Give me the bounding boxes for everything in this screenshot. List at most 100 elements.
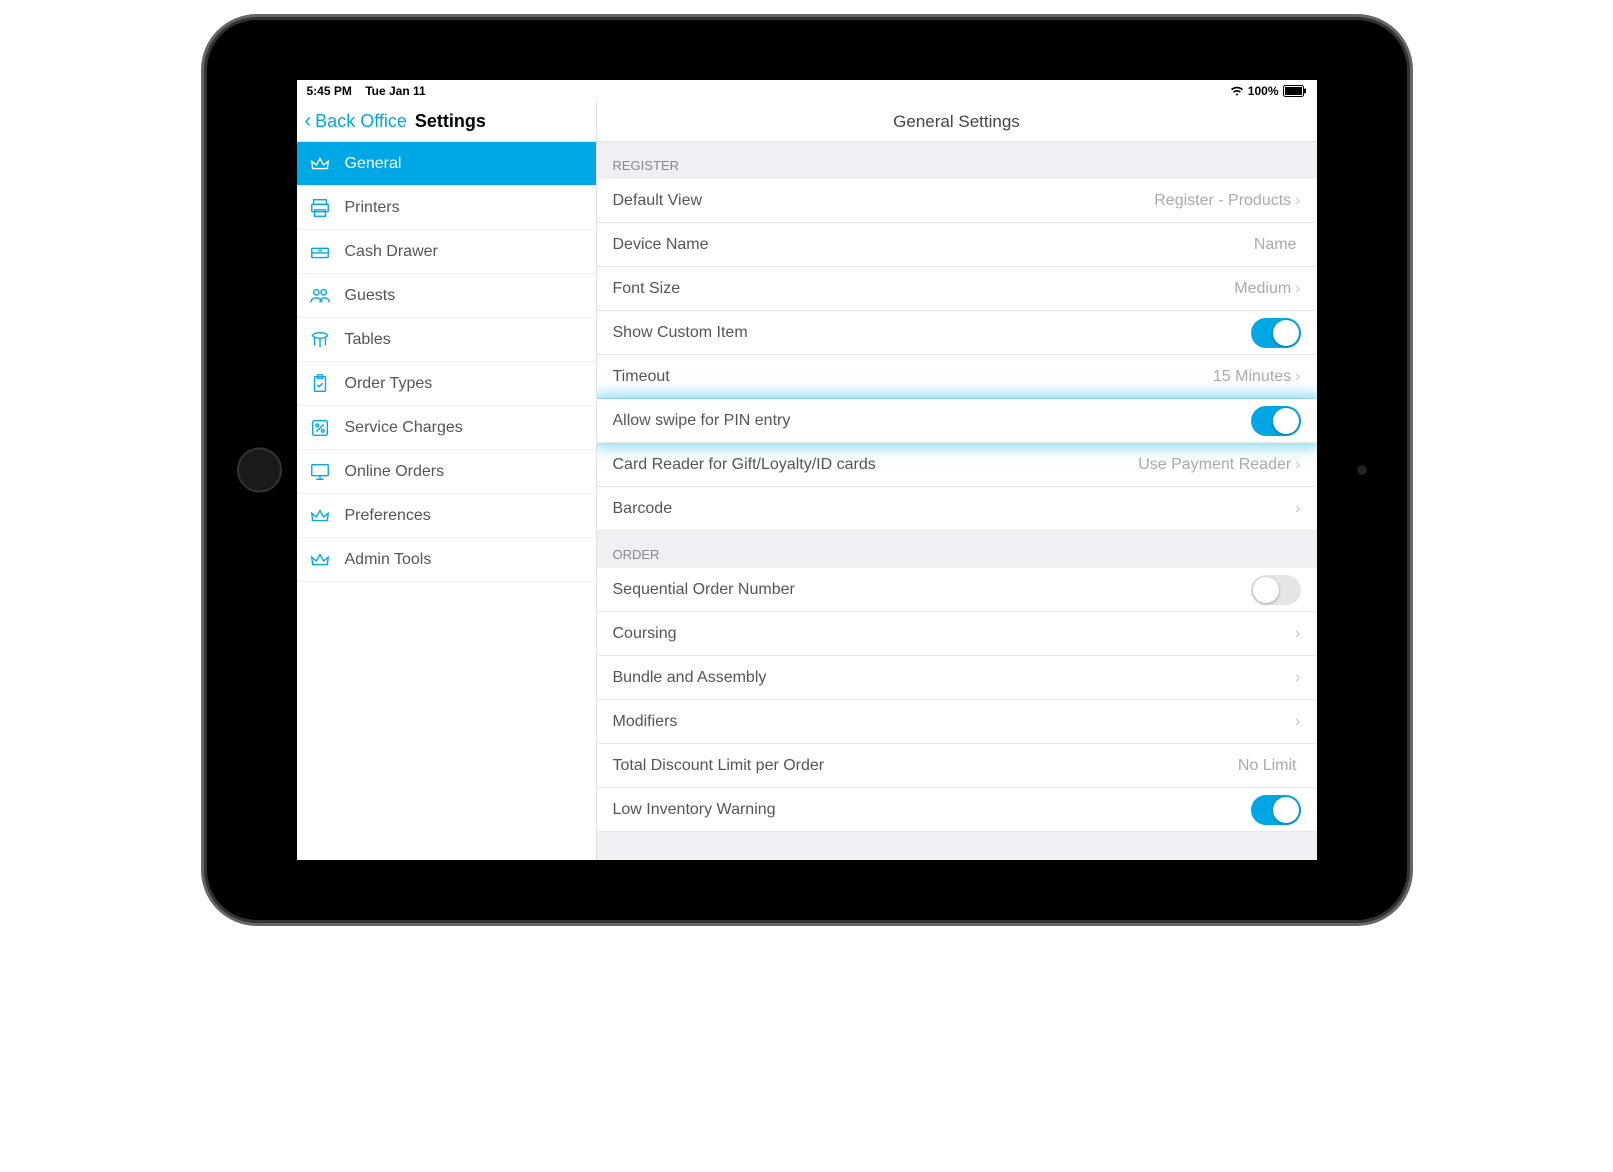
chevron-right-icon: ›: [1295, 713, 1300, 731]
back-chevron-icon[interactable]: ‹: [305, 110, 312, 133]
sidebar: ‹ Back Office Settings General Printers Ca…: [297, 102, 597, 860]
chevron-right-icon: ›: [1295, 500, 1300, 518]
row-device-name: Device NameName: [597, 223, 1317, 267]
sidebar-item-guests[interactable]: Guests: [297, 274, 596, 318]
chevron-right-icon: ›: [1295, 192, 1300, 210]
row-label: Total Discount Limit per Order: [613, 757, 1238, 775]
row-allow-swipe-for-pin-entry[interactable]: Allow swipe for PIN entry: [597, 399, 1317, 443]
status-right: 100%: [1230, 84, 1307, 98]
sidebar-item-tables[interactable]: Tables: [297, 318, 596, 362]
app-body: ‹ Back Office Settings General Printers Ca…: [297, 102, 1317, 860]
front-camera: [1357, 465, 1367, 475]
row-label: Show Custom Item: [613, 324, 1251, 342]
chevron-right-icon: ›: [1295, 625, 1300, 643]
row-value: No Limit: [1238, 757, 1297, 775]
row-timeout[interactable]: Timeout15 Minutes›: [597, 355, 1317, 399]
crown-icon: [309, 153, 331, 175]
sidebar-item-online-orders[interactable]: Online Orders: [297, 450, 596, 494]
status-left: 5:45 PM Tue Jan 11: [307, 84, 426, 98]
crown2-icon: [309, 505, 331, 527]
row-card-reader-for-gift-loyalty-id-cards[interactable]: Card Reader for Gift/Loyalty/ID cardsUse…: [597, 443, 1317, 487]
sidebar-item-label: General: [345, 155, 402, 173]
row-value: Name: [1254, 236, 1297, 254]
row-label: Low Inventory Warning: [613, 801, 1251, 819]
row-sequential-order-number[interactable]: Sequential Order Number: [597, 568, 1317, 612]
tablet-frame: 5:45 PM Tue Jan 11 100% ‹ Back Office: [207, 20, 1407, 920]
sidebar-item-cash-drawer[interactable]: Cash Drawer: [297, 230, 596, 274]
toggle-switch[interactable]: [1251, 318, 1301, 348]
row-modifiers[interactable]: Modifiers›: [597, 700, 1317, 744]
sidebar-list: General Printers Cash Drawer Guests Tables Or…: [297, 142, 596, 860]
row-coursing[interactable]: Coursing›: [597, 612, 1317, 656]
row-barcode[interactable]: Barcode›: [597, 487, 1317, 531]
sidebar-item-label: Service Charges: [345, 419, 463, 437]
crown3-icon: [309, 549, 331, 571]
clipboard-icon: [309, 373, 331, 395]
sidebar-item-label: Order Types: [345, 375, 433, 393]
row-total-discount-limit-per-order: Total Discount Limit per OrderNo Limit: [597, 744, 1317, 788]
chevron-right-icon: ›: [1295, 669, 1300, 687]
percent-icon: [309, 417, 331, 439]
chevron-right-icon: ›: [1295, 456, 1300, 474]
row-default-view[interactable]: Default ViewRegister - Products›: [597, 179, 1317, 223]
chevron-right-icon: ›: [1295, 280, 1300, 298]
status-date: Tue Jan 11: [365, 84, 425, 98]
battery-percent: 100%: [1248, 84, 1279, 98]
row-value: Medium: [1234, 280, 1291, 298]
row-label: Barcode: [613, 500, 1292, 518]
row-label: Coursing: [613, 625, 1292, 643]
chevron-right-icon: ›: [1295, 368, 1300, 386]
main-scroll[interactable]: REGISTERDefault ViewRegister - Products›…: [597, 142, 1317, 860]
sidebar-item-order-types[interactable]: Order Types: [297, 362, 596, 406]
row-label: Allow swipe for PIN entry: [613, 412, 1251, 430]
row-label: Font Size: [613, 280, 1235, 298]
row-label: Device Name: [613, 236, 1254, 254]
row-value: Register - Products: [1154, 192, 1291, 210]
row-label: Sequential Order Number: [613, 581, 1251, 599]
status-time: 5:45 PM: [307, 84, 352, 98]
row-show-custom-item[interactable]: Show Custom Item: [597, 311, 1317, 355]
row-label: Bundle and Assembly: [613, 669, 1292, 687]
sidebar-item-printers[interactable]: Printers: [297, 186, 596, 230]
sidebar-item-label: Guests: [345, 287, 396, 305]
sidebar-item-admin-tools[interactable]: Admin Tools: [297, 538, 596, 582]
section-header: ORDER: [597, 531, 1317, 568]
battery-icon: [1283, 85, 1307, 97]
toggle-switch[interactable]: [1251, 406, 1301, 436]
sidebar-item-general[interactable]: General: [297, 142, 596, 186]
home-button[interactable]: [237, 448, 282, 493]
row-label: Timeout: [613, 368, 1213, 386]
sidebar-item-preferences[interactable]: Preferences: [297, 494, 596, 538]
screen: 5:45 PM Tue Jan 11 100% ‹ Back Office: [297, 80, 1317, 860]
status-bar: 5:45 PM Tue Jan 11 100%: [297, 80, 1317, 102]
drawer-icon: [309, 241, 331, 263]
page-title: Settings: [415, 111, 486, 132]
row-label: Card Reader for Gift/Loyalty/ID cards: [613, 456, 1139, 474]
printer-icon: [309, 197, 331, 219]
sidebar-item-label: Tables: [345, 331, 391, 349]
row-bundle-and-assembly[interactable]: Bundle and Assembly›: [597, 656, 1317, 700]
sidebar-item-label: Printers: [345, 199, 400, 217]
toggle-switch[interactable]: [1251, 795, 1301, 825]
main-panel: General Settings REGISTERDefault ViewReg…: [597, 102, 1317, 860]
row-font-size[interactable]: Font SizeMedium›: [597, 267, 1317, 311]
wifi-icon: [1230, 85, 1244, 97]
row-label: Default View: [613, 192, 1155, 210]
sidebar-item-label: Cash Drawer: [345, 243, 438, 261]
table-icon: [309, 329, 331, 351]
row-value: 15 Minutes: [1213, 368, 1291, 386]
people-icon: [309, 285, 331, 307]
row-value: Use Payment Reader: [1138, 456, 1291, 474]
main-title: General Settings: [597, 102, 1317, 142]
sidebar-item-label: Admin Tools: [345, 551, 432, 569]
sidebar-header: ‹ Back Office Settings: [297, 102, 596, 142]
row-label: Modifiers: [613, 713, 1292, 731]
sidebar-item-label: Online Orders: [345, 463, 445, 481]
toggle-switch[interactable]: [1251, 575, 1301, 605]
section-header: REGISTER: [597, 142, 1317, 179]
monitor-icon: [309, 461, 331, 483]
back-button[interactable]: Back Office: [315, 111, 407, 132]
sidebar-item-service-charges[interactable]: Service Charges: [297, 406, 596, 450]
row-low-inventory-warning[interactable]: Low Inventory Warning: [597, 788, 1317, 832]
sidebar-item-label: Preferences: [345, 507, 431, 525]
